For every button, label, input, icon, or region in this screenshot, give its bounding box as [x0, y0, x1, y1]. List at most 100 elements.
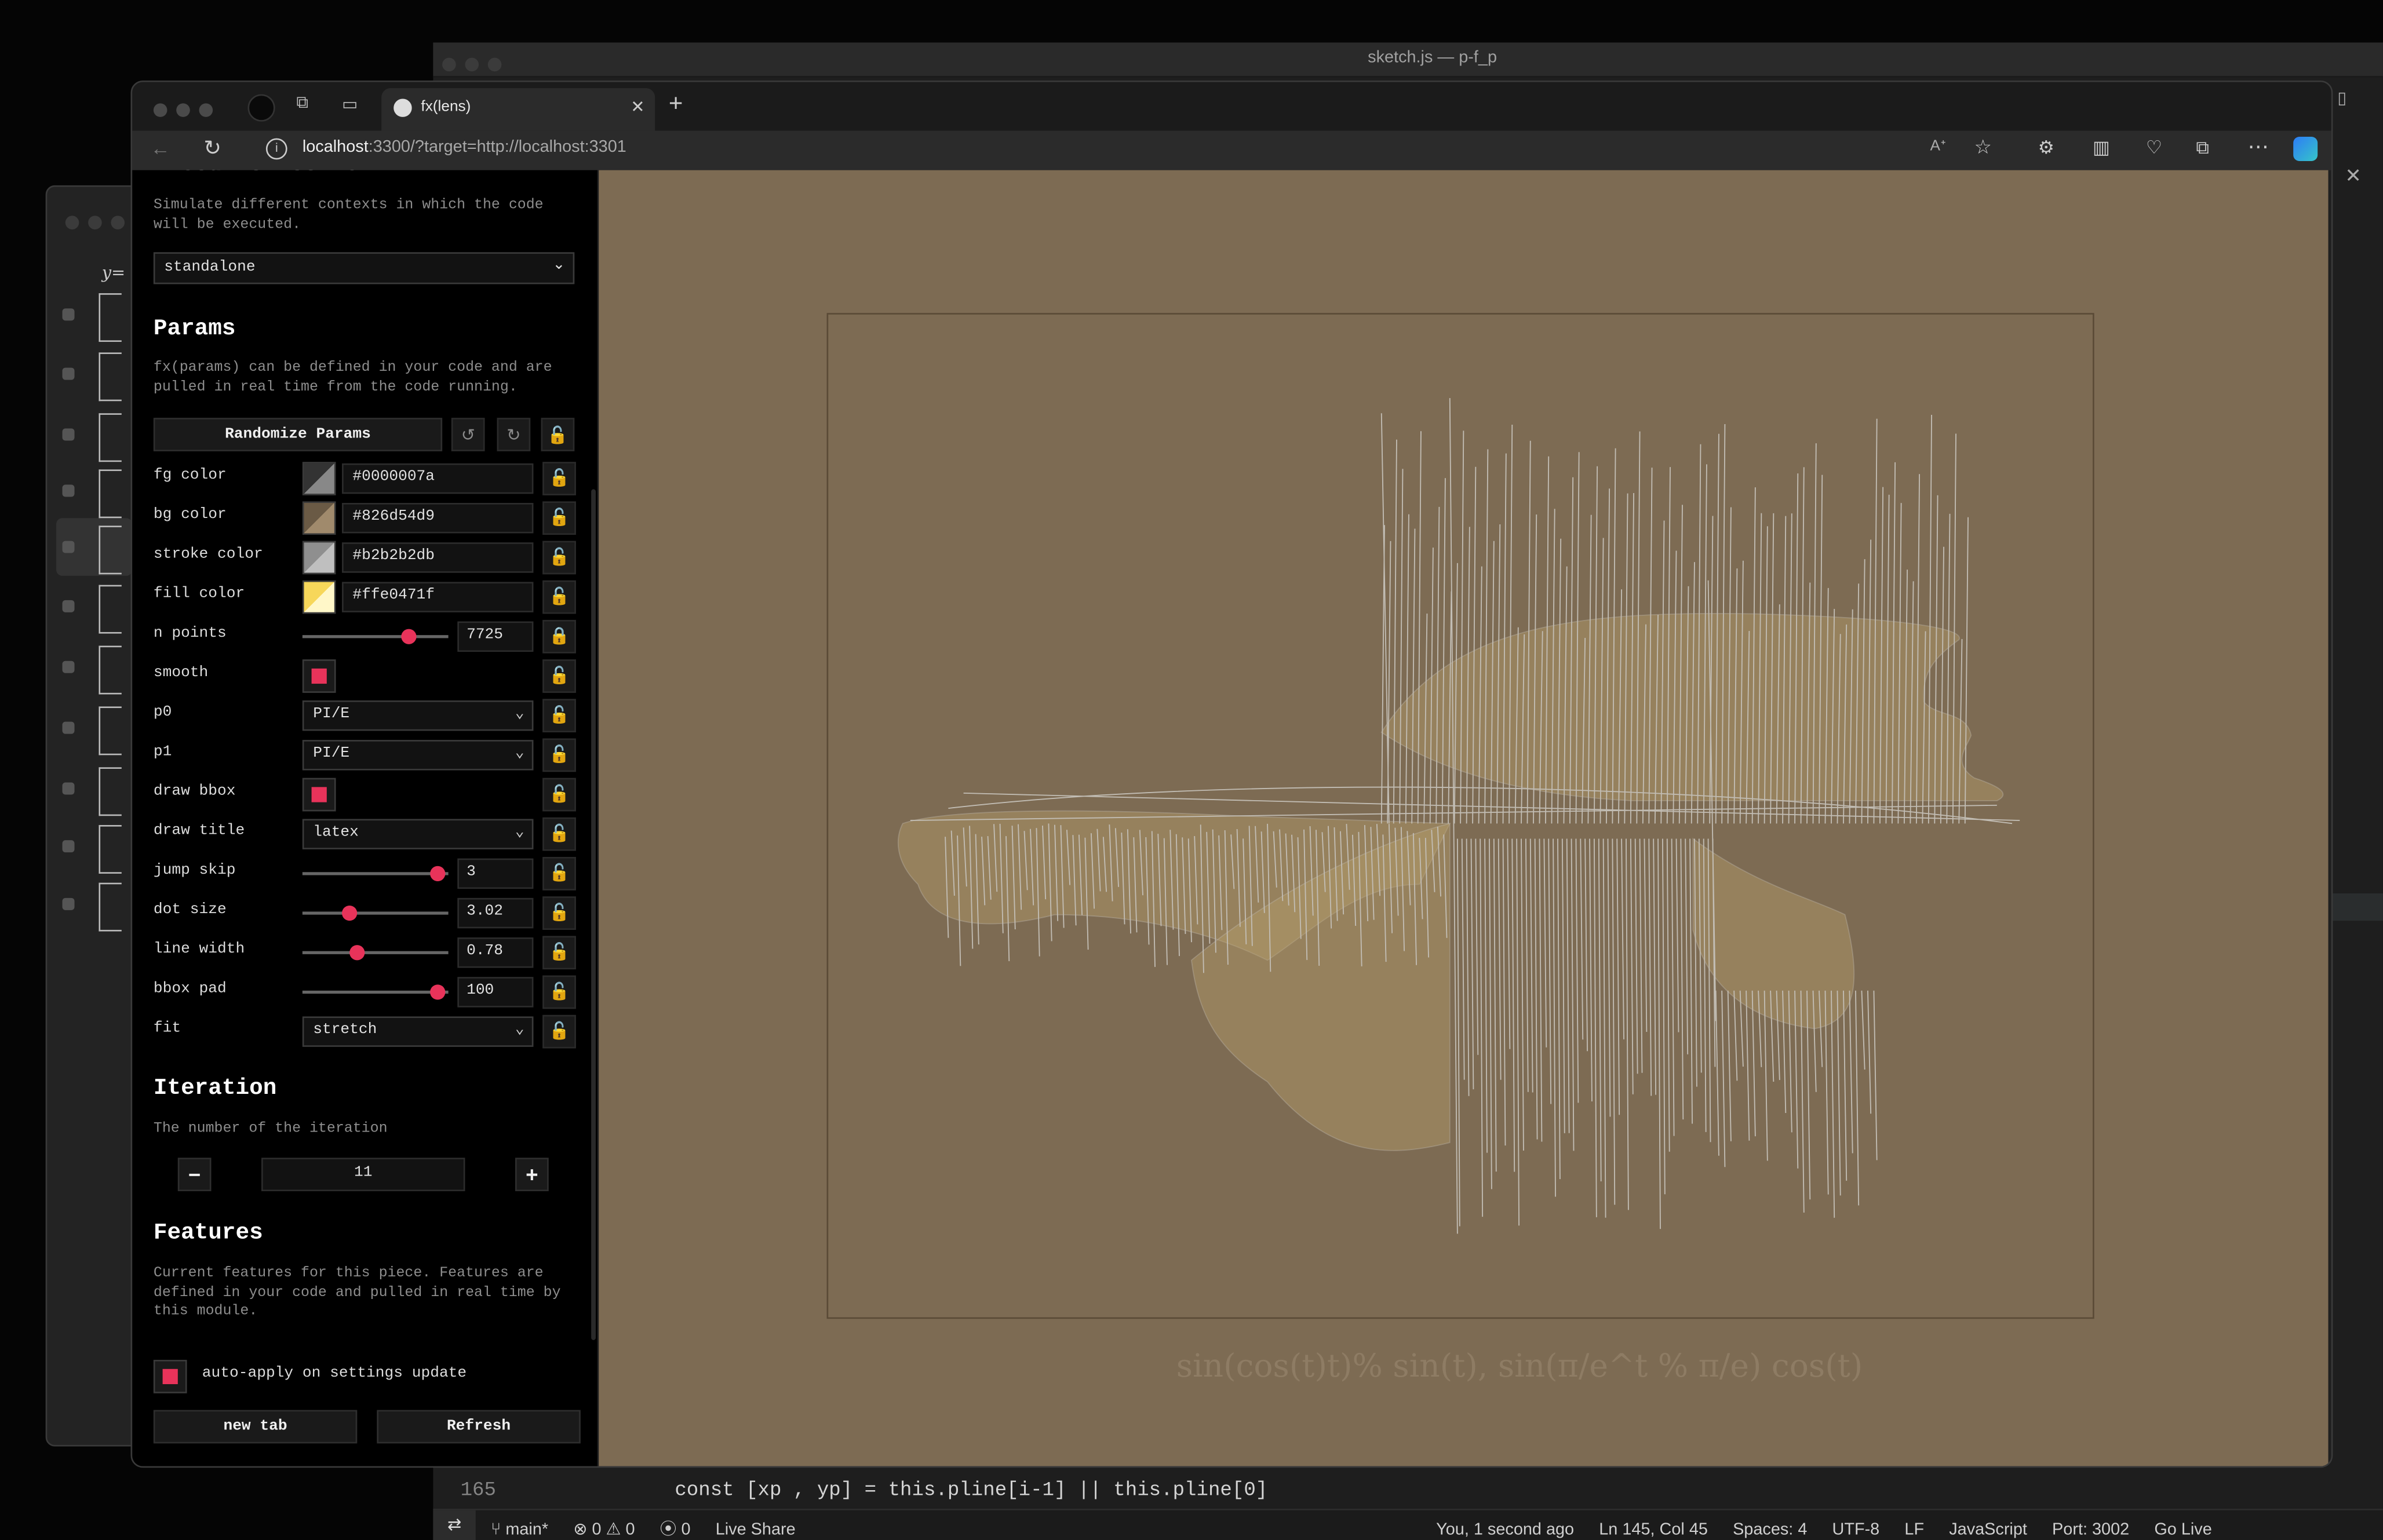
number-input-line-width[interactable]: 0.78: [457, 937, 534, 968]
eol-status[interactable]: LF: [1904, 1521, 1924, 1539]
slider-n-points[interactable]: [302, 629, 449, 644]
collections-icon[interactable]: ⧉: [296, 94, 318, 116]
site-info-icon[interactable]: i: [265, 138, 287, 160]
row-checkbox[interactable]: [62, 897, 75, 910]
encoding-status[interactable]: UTF-8: [1832, 1521, 1880, 1539]
reload-icon[interactable]: ↻: [203, 135, 221, 161]
panel-scrollbar[interactable]: [591, 489, 596, 1340]
unlock-icon-draw-title[interactable]: 🔓: [542, 817, 576, 851]
browser-traffic-lights[interactable]: [153, 97, 222, 125]
read-aloud-icon[interactable]: Aᐩ: [1930, 138, 1946, 155]
row-checkbox[interactable]: [62, 721, 75, 734]
refresh-button[interactable]: Refresh: [377, 1410, 581, 1444]
extensions-icon[interactable]: ⚙: [2038, 137, 2054, 158]
color-swatch-bg-color[interactable]: [302, 501, 336, 535]
language-status[interactable]: JavaScript: [1949, 1521, 2027, 1539]
row-checkbox[interactable]: [62, 660, 75, 673]
select-fit[interactable]: stretch ⌄: [302, 1016, 534, 1047]
color-input-bg-color[interactable]: #826d54d9: [342, 503, 534, 534]
auto-apply-checkbox[interactable]: [153, 1360, 187, 1393]
live-share-status[interactable]: Live Share: [716, 1521, 796, 1539]
back-window-traffic-lights[interactable]: [65, 210, 134, 237]
layout-icon[interactable]: ▯: [2337, 88, 2346, 108]
unlock-icon-stroke-color[interactable]: 🔓: [542, 541, 576, 575]
increment-button[interactable]: +: [515, 1158, 549, 1191]
number-input-n-points[interactable]: 7725: [457, 621, 534, 652]
row-checkbox[interactable]: [62, 600, 75, 612]
slider-line-width[interactable]: [302, 945, 449, 961]
branch-status[interactable]: ⑂ main*: [491, 1521, 548, 1539]
port-status[interactable]: Port: 3002: [2052, 1521, 2129, 1539]
ports-status[interactable]: ⦿ 0: [660, 1521, 691, 1539]
unlock-icon-bbox-pad[interactable]: 🔓: [542, 975, 576, 1009]
slider-knob-n-points[interactable]: [401, 629, 417, 644]
param-row-dot-size: dot size 3.02 🔓: [154, 896, 579, 930]
browser-essentials-icon[interactable]: ♡: [2146, 137, 2162, 158]
row-checkbox[interactable]: [62, 428, 75, 441]
color-swatch-fg-color[interactable]: [302, 462, 336, 495]
unlock-icon-draw-bbox[interactable]: 🔓: [542, 778, 576, 812]
unlock-icon-p1[interactable]: 🔓: [542, 738, 576, 772]
close-icon[interactable]: ✕: [2345, 164, 2362, 188]
slider-knob-jump-skip[interactable]: [430, 866, 446, 881]
iteration-input[interactable]: 11: [261, 1158, 465, 1191]
color-swatch-fill-color[interactable]: [302, 580, 336, 614]
new-tab-button[interactable]: new tab: [153, 1410, 358, 1444]
remote-icon[interactable]: ⇄: [433, 1510, 476, 1540]
tab-fxlens[interactable]: fx(lens) ✕: [381, 88, 655, 131]
checkbox-smooth[interactable]: [302, 659, 336, 693]
checkbox-draw-bbox[interactable]: [302, 778, 336, 812]
slider-dot-size[interactable]: [302, 905, 449, 921]
number-input-dot-size[interactable]: 3.02: [457, 897, 534, 929]
select-p0[interactable]: PI/E ⌄: [302, 700, 534, 731]
cursor-position[interactable]: Ln 145, Col 45: [1599, 1521, 1708, 1539]
tab-actions-icon[interactable]: ▭: [342, 94, 363, 116]
select-p1[interactable]: PI/E ⌄: [302, 740, 534, 771]
slider-knob-dot-size[interactable]: [341, 905, 357, 921]
blame-status[interactable]: You, 1 second ago: [1436, 1521, 1574, 1539]
indent-status[interactable]: Spaces: 4: [1733, 1521, 1807, 1539]
favorite-icon[interactable]: ☆: [1974, 135, 1992, 159]
more-icon[interactable]: ⋯: [2248, 134, 2269, 160]
color-input-fill-color[interactable]: #ffe0471f: [342, 582, 534, 612]
profile-icon[interactable]: [247, 94, 275, 122]
select-draw-title[interactable]: latex ⌄: [302, 819, 534, 849]
unlock-icon-dot-size[interactable]: 🔓: [542, 896, 576, 930]
color-input-stroke-color[interactable]: #b2b2b2db: [342, 542, 534, 573]
color-swatch-stroke-color[interactable]: [302, 541, 336, 575]
row-checkbox[interactable]: [62, 840, 75, 853]
url-field[interactable]: localhost:3300/?target=http://localhost:…: [303, 138, 626, 156]
unlock-icon-line-width[interactable]: 🔓: [542, 936, 576, 970]
unlock-icon-fit[interactable]: 🔓: [542, 1014, 576, 1049]
split-screen-icon[interactable]: ▥: [2093, 137, 2110, 158]
unlock-icon-jump-skip[interactable]: 🔓: [542, 857, 576, 891]
back-icon[interactable]: ←: [151, 137, 170, 159]
errors-status[interactable]: ⊗ 0 ⚠ 0: [573, 1521, 635, 1539]
collections-toolbar-icon[interactable]: ⧉: [2196, 137, 2209, 159]
unlock-icon-bg-color[interactable]: 🔓: [542, 501, 576, 535]
new-tab-icon[interactable]: +: [669, 91, 683, 118]
slider-knob-bbox-pad[interactable]: [430, 984, 446, 1000]
color-input-fg-color[interactable]: #0000007a: [342, 463, 534, 494]
unlock-icon-smooth[interactable]: 🔓: [542, 659, 576, 693]
number-input-bbox-pad[interactable]: 100: [457, 977, 534, 1008]
row-checkbox[interactable]: [62, 782, 75, 795]
code-line[interactable]: const [xp , yp] = this.pline[i-1] || thi…: [675, 1479, 1267, 1501]
slider-jump-skip[interactable]: [302, 866, 449, 881]
unlock-icon-p0[interactable]: 🔓: [542, 699, 576, 732]
decrement-button[interactable]: −: [177, 1158, 212, 1191]
vscode-traffic-lights[interactable]: [442, 52, 511, 79]
row-checkbox[interactable]: [62, 367, 75, 380]
copilot-icon[interactable]: [2293, 137, 2318, 161]
row-checkbox[interactable]: [62, 484, 75, 497]
number-input-jump-skip[interactable]: 3: [457, 858, 534, 889]
lock-icon-n-points[interactable]: 🔒: [542, 619, 576, 654]
slider-knob-line-width[interactable]: [348, 945, 365, 961]
slider-bbox-pad[interactable]: [302, 984, 449, 1000]
row-checkbox[interactable]: [62, 541, 75, 553]
row-checkbox[interactable]: [62, 308, 75, 321]
unlock-icon-fill-color[interactable]: 🔓: [542, 580, 576, 614]
unlock-icon-fg-color[interactable]: 🔓: [542, 462, 576, 495]
go-live-status[interactable]: Go Live: [2154, 1521, 2211, 1539]
tab-close-icon[interactable]: ✕: [631, 97, 644, 116]
